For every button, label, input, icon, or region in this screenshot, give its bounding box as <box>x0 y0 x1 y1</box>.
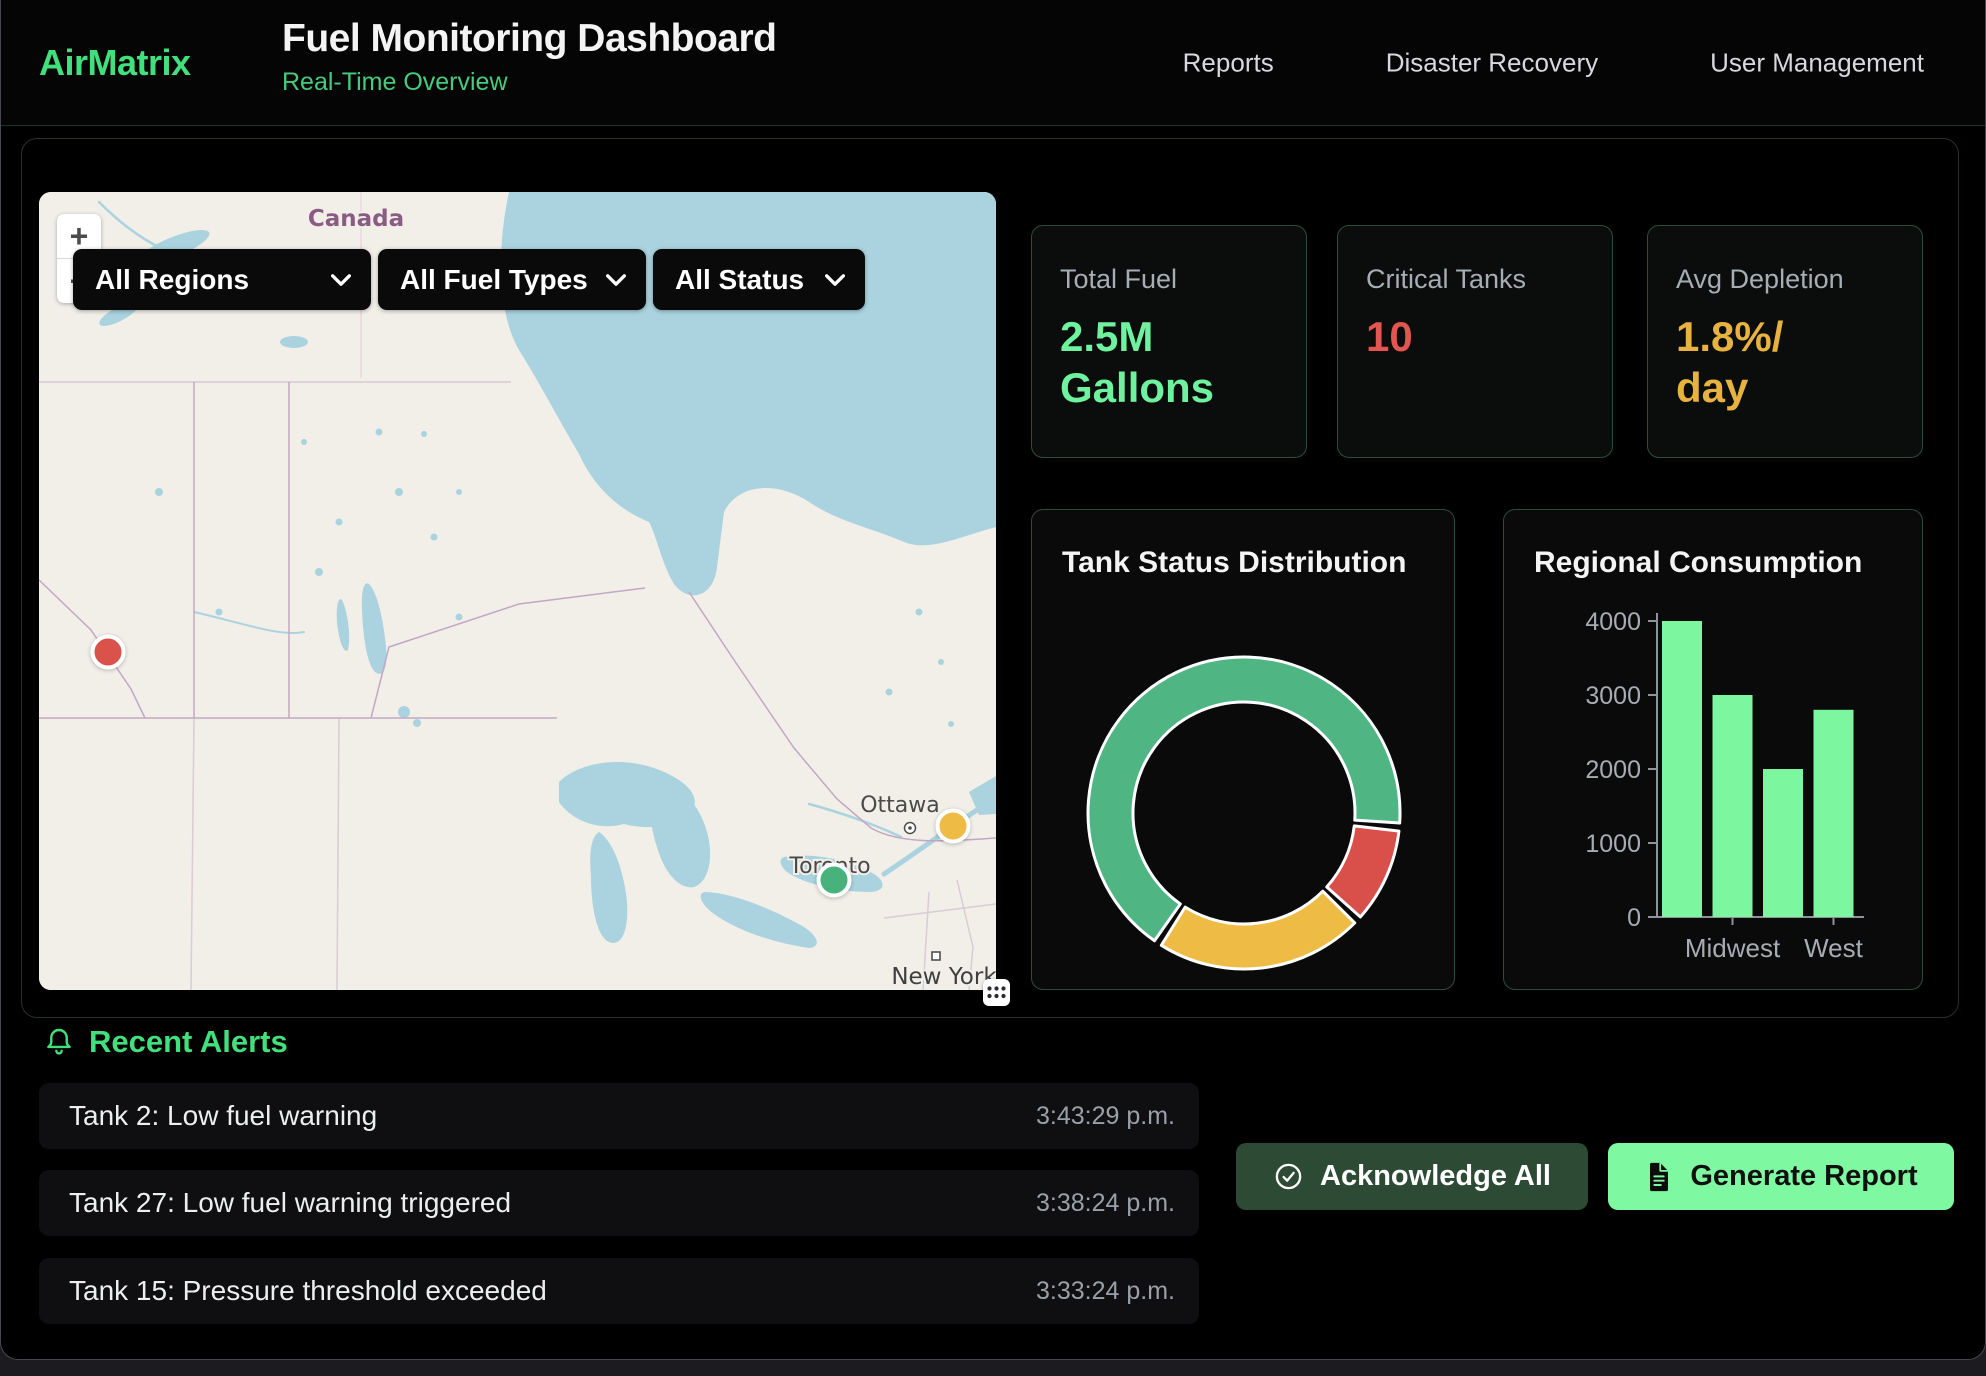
stat-label: Critical Tanks <box>1366 264 1584 295</box>
alert-time: 3:33:24 p.m. <box>1036 1277 1175 1306</box>
alert-text: Tank 15: Pressure threshold exceeded <box>69 1275 547 1307</box>
fuel-type-filter-value: All Fuel Types <box>400 264 588 296</box>
alert-row[interactable]: Tank 15: Pressure threshold exceeded 3:3… <box>39 1258 1199 1324</box>
chart-title: Tank Status Distribution <box>1062 546 1406 580</box>
stat-value: 10 <box>1366 311 1584 362</box>
alert-time: 3:43:29 p.m. <box>1036 1102 1175 1131</box>
stat-label: Total Fuel <box>1060 264 1278 295</box>
page-title: Fuel Monitoring Dashboard <box>282 17 776 61</box>
status-filter-select[interactable]: All Status <box>653 249 865 310</box>
bar-region-1[interactable] <box>1662 621 1702 917</box>
stat-value-line: 10 <box>1366 311 1584 362</box>
generate-report-label: Generate Report <box>1690 1160 1917 1193</box>
map-filters: All Regions All Fuel Types All Status <box>73 249 865 310</box>
y-tick-label: 1000 <box>1585 830 1641 858</box>
document-icon <box>1644 1161 1674 1193</box>
bar-region-3[interactable] <box>1763 769 1803 917</box>
stat-value-line: 1.8%/ <box>1676 311 1894 362</box>
title-block: Fuel Monitoring Dashboard Real-Time Over… <box>282 17 776 97</box>
y-tick-label: 4000 <box>1585 608 1641 636</box>
bar-West[interactable] <box>1814 710 1854 917</box>
chevron-down-icon <box>331 274 351 286</box>
stat-value-line: 2.5M <box>1060 311 1278 362</box>
status-filter-value: All Status <box>675 264 804 296</box>
stat-value: 1.8%/ day <box>1676 311 1894 413</box>
map-marker-normal[interactable] <box>817 862 852 897</box>
alert-row[interactable]: Tank 27: Low fuel warning triggered 3:38… <box>39 1170 1199 1236</box>
basemap: Canada Ottawa Toronto New York <box>39 192 996 990</box>
stat-card-avg-depletion: Avg Depletion 1.8%/ day <box>1647 225 1923 458</box>
grip-dots-icon <box>986 985 1007 1000</box>
map-marker-critical[interactable] <box>90 634 125 669</box>
donut-segment-critical[interactable] <box>1327 826 1399 917</box>
stat-value: 2.5M Gallons <box>1060 311 1278 413</box>
city-label-ottawa: Ottawa <box>860 793 940 818</box>
nav-disaster-recovery[interactable]: Disaster Recovery <box>1386 47 1598 78</box>
country-label: Canada <box>308 206 404 232</box>
fuel-type-filter-select[interactable]: All Fuel Types <box>378 249 646 310</box>
bell-icon <box>43 1026 75 1058</box>
donut-chart <box>1074 643 1414 983</box>
brand-logo[interactable]: AirMatrix <box>39 42 191 84</box>
stat-value-line: day <box>1676 362 1894 413</box>
acknowledge-all-label: Acknowledge All <box>1320 1160 1551 1193</box>
header: AirMatrix Fuel Monitoring Dashboard Real… <box>1 0 1985 126</box>
bar-chart: 0 1000 2000 3000 4000 Midwest West <box>1504 510 1924 991</box>
nav-reports[interactable]: Reports <box>1183 47 1274 78</box>
donut-segment-warning[interactable] <box>1161 891 1354 969</box>
tank-status-chart-card: Tank Status Distribution <box>1031 509 1455 990</box>
stat-card-total-fuel: Total Fuel 2.5M Gallons <box>1031 225 1307 458</box>
alert-row[interactable]: Tank 2: Low fuel warning 3:43:29 p.m. <box>39 1083 1199 1149</box>
x-tick-label: West <box>1804 933 1864 963</box>
region-filter-value: All Regions <box>95 264 249 296</box>
alert-time: 3:38:24 p.m. <box>1036 1189 1175 1218</box>
stat-card-critical-tanks: Critical Tanks 10 <box>1337 225 1613 458</box>
stat-value-line: Gallons <box>1060 362 1278 413</box>
alerts-header: Recent Alerts <box>43 1024 288 1060</box>
bar-Midwest[interactable] <box>1713 695 1753 917</box>
nav-user-management[interactable]: User Management <box>1710 47 1924 78</box>
region-filter-select[interactable]: All Regions <box>73 249 371 310</box>
map[interactable]: Canada Ottawa Toronto New York + − All R… <box>39 192 996 990</box>
alerts-title: Recent Alerts <box>89 1024 288 1060</box>
app-window: AirMatrix Fuel Monitoring Dashboard Real… <box>0 0 1986 1360</box>
page-subtitle: Real-Time Overview <box>282 68 776 97</box>
resize-grip-handle[interactable] <box>983 979 1010 1006</box>
city-label-new-york: New York <box>891 964 996 990</box>
acknowledge-all-button[interactable]: Acknowledge All <box>1236 1143 1588 1210</box>
alert-text: Tank 2: Low fuel warning <box>69 1100 377 1132</box>
main-nav: Reports Disaster Recovery User Managemen… <box>1183 47 1924 78</box>
y-tick-label: 2000 <box>1585 756 1641 784</box>
y-tick-label: 3000 <box>1585 682 1641 710</box>
map-marker-warning[interactable] <box>935 808 970 843</box>
stat-label: Avg Depletion <box>1676 264 1894 295</box>
y-tick-label: 0 <box>1627 904 1641 932</box>
regional-consumption-chart-card: Regional Consumption 01000200030004000Mi… <box>1503 509 1923 990</box>
chevron-down-icon <box>825 274 845 286</box>
check-circle-icon <box>1273 1161 1304 1192</box>
chevron-down-icon <box>606 274 626 286</box>
generate-report-button[interactable]: Generate Report <box>1608 1143 1954 1210</box>
alert-text: Tank 27: Low fuel warning triggered <box>69 1187 511 1219</box>
x-tick-label: Midwest <box>1685 933 1781 963</box>
